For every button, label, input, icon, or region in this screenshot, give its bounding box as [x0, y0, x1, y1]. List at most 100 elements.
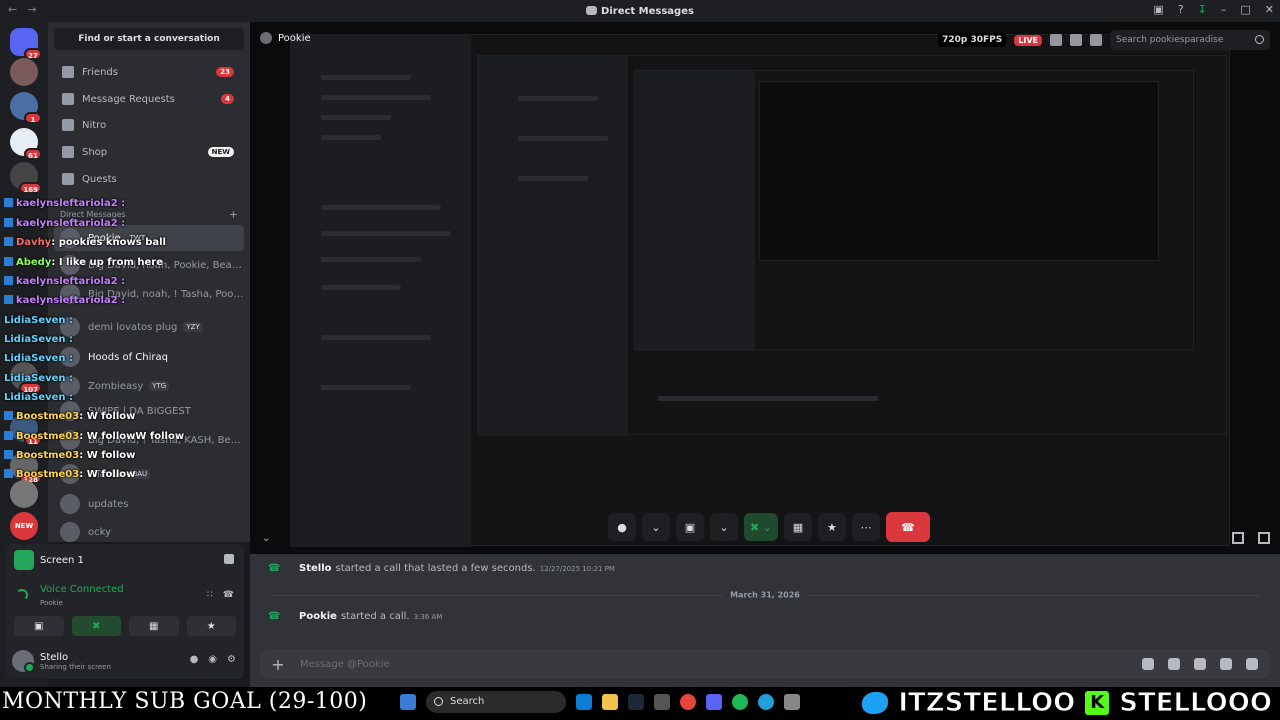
more-icon[interactable]: ⋯ — [851, 513, 880, 541]
discord-icon[interactable] — [706, 694, 722, 710]
camera-off-button[interactable]: ▣ — [676, 513, 704, 541]
gif-icon[interactable] — [1168, 658, 1180, 670]
dm-item[interactable]: SWIPE | DA BIGGEST — [54, 398, 244, 424]
download-icon[interactable]: ↧ — [1198, 3, 1207, 16]
steam-icon[interactable] — [628, 694, 644, 710]
emoji-icon[interactable] — [1220, 658, 1232, 670]
server-icon[interactable]: 107 — [10, 362, 42, 394]
nav-nitro[interactable]: Nitro — [56, 113, 244, 137]
stage-corner-actions — [1232, 532, 1270, 544]
add-friends-icon[interactable] — [1070, 34, 1082, 46]
inbox-icon[interactable]: ▣ — [1153, 3, 1163, 16]
home-button[interactable]: 27 — [10, 28, 42, 60]
headphones-icon[interactable]: ◉ — [208, 654, 217, 665]
avatar — [60, 284, 80, 304]
nav-friends[interactable]: Friends 23 — [56, 60, 244, 84]
message-input[interactable]: Message @Pookie — [300, 659, 390, 670]
dm-item[interactable]: Big David, ! Tasha, KASH, Beani... — [54, 427, 244, 453]
gear-icon[interactable]: ⚙ — [227, 654, 236, 665]
spotify-icon[interactable] — [732, 694, 748, 710]
dm-item[interactable]: Hoods of Chiraq — [54, 344, 244, 370]
fullscreen-icon[interactable] — [1258, 532, 1270, 544]
soundboard-button[interactable]: ★ — [186, 616, 236, 636]
screen-share-button[interactable]: ✖ — [71, 616, 121, 636]
server-icon[interactable]: 11 — [10, 414, 42, 446]
shop-icon — [62, 146, 74, 158]
camera-menu-icon[interactable]: ⌄ — [710, 513, 738, 541]
user-row[interactable]: Stello Sharing their screen ● ◉ ⚙ — [12, 648, 240, 674]
dm-item[interactable]: Big David, noah, ! Tasha, Pookie... — [54, 281, 244, 307]
hang-up-button[interactable]: ☎ — [885, 512, 930, 542]
chevron-down-icon[interactable]: ⌄ — [262, 533, 270, 544]
activities-button[interactable]: ▦ — [783, 513, 812, 541]
soundboard-icon[interactable]: ∷ — [207, 590, 213, 600]
title-bar: ← → Direct Messages ▣ ? ↧ – □ ✕ — [0, 0, 1280, 22]
nested-line — [321, 285, 401, 290]
popout-icon[interactable] — [1232, 532, 1244, 544]
avatar — [60, 522, 80, 542]
phone-icon: ☎ — [268, 563, 281, 574]
signal-icon — [16, 589, 28, 601]
pin-icon[interactable] — [1050, 34, 1062, 46]
chrome-icon[interactable] — [680, 694, 696, 710]
telegram-icon[interactable] — [758, 694, 774, 710]
avatar — [60, 376, 80, 396]
minimize-button[interactable]: – — [1221, 3, 1227, 16]
folder-icon[interactable] — [602, 694, 618, 710]
apps-icon[interactable] — [1246, 658, 1258, 670]
maximize-button[interactable]: □ — [1240, 3, 1250, 16]
search-input[interactable]: Search pookiesparadise — [1110, 30, 1270, 50]
stream-stage[interactable]: Pookie 720p 30FPS LIVE Search pookiespar… — [250, 22, 1280, 554]
taskbar-search[interactable]: Search — [426, 691, 566, 713]
dm-item[interactable]: Big David, noah, Pookie, Beanie... — [54, 252, 244, 278]
screen-share-row[interactable]: Screen 1 — [14, 550, 84, 570]
server-icon[interactable]: 61 — [10, 128, 42, 160]
close-button[interactable]: ✕ — [1265, 3, 1274, 16]
gift-icon[interactable] — [1142, 658, 1154, 670]
nav-quests[interactable]: Quests — [56, 167, 244, 191]
nested-line — [321, 385, 411, 390]
dm-item[interactable]: Zombieasy YTG — [54, 373, 244, 399]
avatar — [60, 347, 80, 367]
main-area: Pookie 720p 30FPS LIVE Search pookiespar… — [250, 22, 1280, 687]
settings-icon[interactable] — [784, 694, 800, 710]
dm-item[interactable]: Pookie TWT — [54, 225, 244, 251]
avatar — [60, 401, 80, 421]
server-icon[interactable]: 169 — [10, 162, 42, 194]
edge-icon[interactable] — [576, 694, 592, 710]
sticker-icon[interactable] — [1194, 658, 1206, 670]
user-status: Sharing their screen — [40, 662, 111, 671]
profile-icon[interactable] — [1090, 34, 1102, 46]
dm-item[interactable]: ocky — [54, 519, 244, 542]
nested-screen-2 — [477, 55, 1227, 436]
find-conversation-button[interactable]: Find or start a conversation — [54, 28, 244, 50]
taskbar: Search — [400, 691, 800, 713]
obs-icon[interactable] — [654, 694, 670, 710]
dm-item[interactable]: demi lovatos plug YZY — [54, 314, 244, 340]
server-icon[interactable]: 1 — [10, 92, 42, 124]
kick-icon: K — [1085, 691, 1110, 715]
dm-item[interactable]: updates — [54, 491, 244, 517]
mic-button[interactable]: ● — [608, 513, 636, 541]
add-dm-icon[interactable]: + — [229, 208, 238, 221]
close-screen-icon[interactable] — [224, 554, 234, 564]
soundboard-button[interactable]: ★ — [817, 513, 846, 541]
dm-item[interactable]: ! Tasha BAU — [54, 461, 244, 487]
mic-menu-icon[interactable]: ⌄ — [642, 513, 670, 541]
nav-shop[interactable]: Shop NEW — [56, 140, 244, 164]
disconnect-icon[interactable]: ☎ — [223, 590, 234, 600]
server-icon[interactable] — [10, 58, 38, 86]
activities-button[interactable]: ▦ — [129, 616, 179, 636]
screen-share-button[interactable]: ✖ ⌄ — [744, 513, 778, 541]
server-icon[interactable]: 128 — [10, 452, 42, 484]
message-composer[interactable]: + Message @Pookie — [260, 650, 1270, 678]
nav-message-requests[interactable]: Message Requests 4 — [56, 87, 244, 111]
server-icon[interactable] — [10, 480, 38, 508]
microphone-icon[interactable]: ● — [190, 654, 199, 665]
help-icon[interactable]: ? — [1178, 3, 1184, 16]
add-attachment-icon[interactable]: + — [268, 655, 288, 674]
new-server-button[interactable]: NEW — [10, 512, 38, 540]
user-name: Stello — [40, 651, 69, 663]
camera-off-button[interactable]: ▣ — [14, 616, 64, 636]
windows-start-icon[interactable] — [400, 694, 416, 710]
